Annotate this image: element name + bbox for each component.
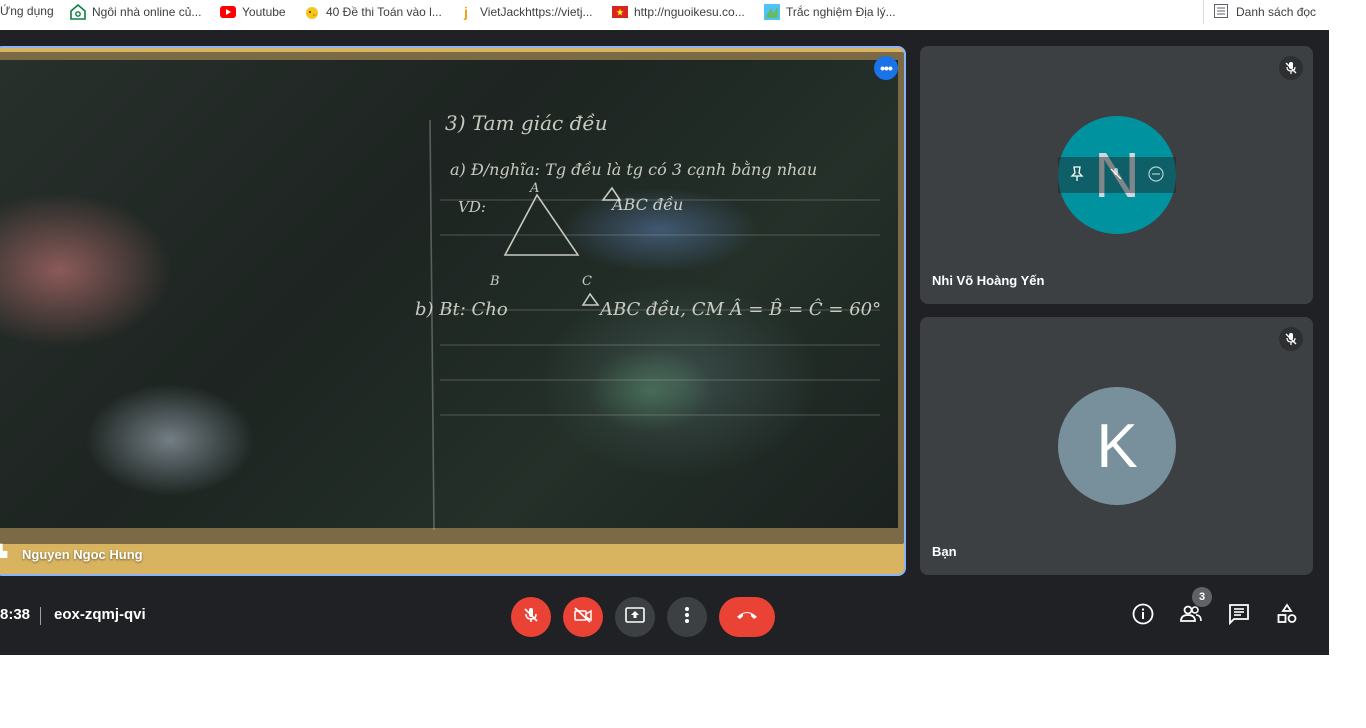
camera-off-icon [573, 606, 593, 628]
bookmark-label: http://nguoikesu.co... [634, 5, 745, 19]
svg-text:A: A [529, 181, 539, 196]
house-logo-icon [70, 4, 86, 20]
meeting-details-button[interactable] [1127, 600, 1159, 632]
more-options-button[interactable] [667, 597, 707, 637]
hang-up-icon [735, 608, 759, 626]
svg-text:a) Đ/nghĩa: Tg đều là tg có 3: a) Đ/nghĩa: Tg đều là tg có 3 cạnh bằng … [450, 160, 817, 179]
present-screen-icon [625, 606, 645, 628]
bookmarks-bar: Ứng dụng Ngôi nhà online củ... Youtube 4… [0, 0, 1366, 24]
reading-list-icon [1214, 3, 1228, 21]
participant-name: Bạn [932, 544, 957, 559]
more-vert-icon [685, 606, 689, 628]
activities-button[interactable] [1271, 600, 1303, 632]
bookmark-ngoi-nha[interactable]: Ngôi nhà online củ... [70, 4, 201, 20]
meeting-code: eox-zqmj-qvi [54, 606, 146, 623]
svg-text:VD:: VD: [458, 198, 486, 216]
activities-icon [1276, 602, 1298, 630]
map-quiz-icon [764, 4, 780, 20]
reading-list-button[interactable]: Danh sách đọc [1203, 0, 1366, 24]
info-icon [1132, 603, 1154, 630]
presenter-name: Nguyen Ngoc Hung [22, 547, 143, 562]
chalkboard-video: 3) Tam giác đều a) Đ/nghĩa: Tg đều là tg… [0, 60, 898, 530]
vietjack-logo-icon: j [464, 4, 468, 20]
bookmark-label: Youtube [242, 5, 286, 19]
bookmark-youtube[interactable]: Youtube [220, 4, 286, 20]
avatar: K [1058, 387, 1176, 505]
more-options-button[interactable]: ••• [874, 56, 898, 80]
bookmark-trac-nghiem[interactable]: Trắc nghiệm Địa lý... [764, 4, 896, 20]
bookmark-label: 40 Đề thi Toán vào l... [326, 5, 442, 19]
person-icon: ▙ [0, 544, 7, 558]
more-options-icon: ••• [880, 60, 893, 76]
bookmark-label: VietJackhttps://vietj... [480, 5, 593, 19]
youtube-icon [220, 4, 236, 20]
mic-off-icon [1279, 327, 1303, 351]
chalkboard-frame: 3) Tam giác đều a) Đ/nghĩa: Tg đều là tg… [0, 52, 904, 544]
camera-toggle-button[interactable] [563, 597, 603, 637]
microphone-toggle-button[interactable] [511, 597, 551, 637]
chat-button[interactable] [1223, 600, 1255, 632]
remove-participant-icon[interactable] [1148, 165, 1164, 185]
bookmark-label: Ứng dụng [0, 4, 54, 18]
avatar: N [1058, 116, 1176, 234]
bookmark-de-thi-toan[interactable]: 40 Đề thi Toán vào l... [304, 4, 442, 20]
present-screen-button[interactable] [615, 597, 655, 637]
mute-participant-icon[interactable] [1109, 167, 1123, 184]
reading-list-label: Danh sách đọc [1236, 5, 1317, 19]
people-icon [1179, 604, 1203, 629]
chalk-drawing: 3) Tam giác đều a) Đ/nghĩa: Tg đều là tg… [415, 111, 881, 530]
svg-text:3) Tam giác đều: 3) Tam giác đều [445, 111, 608, 135]
bookmark-apps[interactable]: Ứng dụng [0, 4, 54, 18]
participant-tile[interactable]: N Nhi Võ Hoàng Yến [920, 46, 1313, 304]
meeting-time: 8:38 [0, 606, 31, 623]
participant-name: Nhi Võ Hoàng Yến [932, 273, 1045, 288]
divider [40, 607, 41, 625]
bookmark-nguoikesu[interactable]: http://nguoikesu.co... [612, 4, 745, 20]
svg-text:C: C [582, 274, 592, 289]
chick-logo-icon [304, 4, 320, 20]
people-count-badge: 3 [1192, 587, 1212, 607]
meeting-area: 3) Tam giác đều a) Đ/nghĩa: Tg đều là tg… [0, 30, 1329, 655]
self-tile[interactable]: K Bạn [920, 317, 1313, 575]
mic-off-icon [522, 606, 540, 629]
svg-text:ABC đều, CM Â = B̂ = Ĉ = 60°: ABC đều, CM Â = B̂ = Ĉ = 60° [598, 297, 881, 320]
bookmark-vietjack[interactable]: j VietJackhttps://vietj... [458, 4, 593, 20]
pin-icon[interactable] [1070, 165, 1084, 185]
chat-icon [1228, 603, 1250, 630]
bookmark-label: Ngôi nhà online củ... [92, 5, 202, 19]
svg-text:b) Bt: Cho: b) Bt: Cho [415, 299, 508, 320]
main-video-tile[interactable]: 3) Tam giác đều a) Đ/nghĩa: Tg đều là tg… [0, 46, 906, 576]
svg-text:B: B [489, 274, 500, 289]
tile-hover-actions [1058, 157, 1176, 193]
svg-text:ABC đều: ABC đều [610, 195, 683, 214]
vietnam-flag-icon [612, 4, 628, 20]
mic-off-icon [1279, 56, 1303, 80]
avatar-initial: K [1096, 411, 1138, 481]
leave-call-button[interactable] [719, 597, 775, 637]
bookmark-label: Trắc nghiệm Địa lý... [786, 5, 896, 19]
